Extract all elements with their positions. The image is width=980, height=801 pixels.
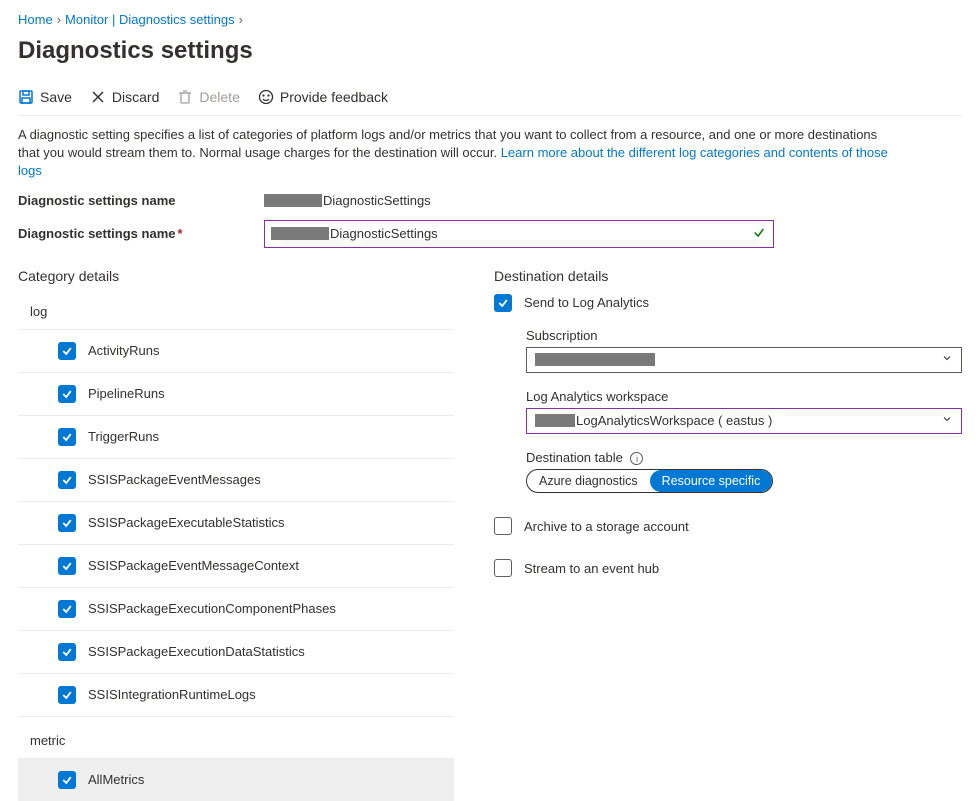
category-label: AllMetrics <box>88 772 144 787</box>
redacted-block <box>264 194 322 207</box>
log-group-header: log <box>18 294 454 330</box>
redacted-block <box>535 353 655 366</box>
category-checkbox[interactable] <box>58 557 76 575</box>
chevron-right-icon: › <box>239 12 243 27</box>
category-label: TriggerRuns <box>88 429 159 444</box>
breadcrumb: Home › Monitor | Diagnostics settings › <box>18 12 962 27</box>
category-row: PipelineRuns <box>18 373 454 416</box>
category-row: SSISPackageEventMessages <box>18 459 454 502</box>
discard-button[interactable]: Discard <box>90 89 159 105</box>
info-icon[interactable]: i <box>630 452 643 465</box>
chevron-down-icon <box>941 413 953 428</box>
workspace-value: LogAnalyticsWorkspace ( eastus ) <box>576 413 772 428</box>
category-checkbox[interactable] <box>58 428 76 446</box>
destination-table-label: Destination table i <box>526 450 962 466</box>
close-icon <box>90 89 106 105</box>
category-checkbox[interactable] <box>58 471 76 489</box>
category-label: SSISPackageExecutableStatistics <box>88 515 285 530</box>
feedback-button[interactable]: Provide feedback <box>258 89 388 105</box>
destination-details-header: Destination details <box>494 268 962 284</box>
category-checkbox[interactable] <box>58 514 76 532</box>
settings-name-input-suffix: DiagnosticSettings <box>330 226 438 241</box>
settings-name-req-label: Diagnostic settings name* <box>18 226 264 241</box>
category-row: SSISPackageExecutableStatistics <box>18 502 454 545</box>
archive-label: Archive to a storage account <box>524 519 689 534</box>
redacted-block <box>535 414 575 427</box>
delete-button: Delete <box>177 89 239 105</box>
category-label: PipelineRuns <box>88 386 165 401</box>
category-label: SSISPackageEventMessages <box>88 472 261 487</box>
metric-group-header: metric <box>18 723 454 759</box>
breadcrumb-home[interactable]: Home <box>18 12 53 27</box>
category-label: SSISPackageExecutionComponentPhases <box>88 601 336 616</box>
breadcrumb-monitor[interactable]: Monitor | Diagnostics settings <box>65 12 235 27</box>
page-title: Diagnostics settings <box>18 37 962 65</box>
toolbar: Save Discard Delete Provide feedback <box>18 83 962 116</box>
chevron-right-icon: › <box>57 12 61 27</box>
workspace-label: Log Analytics workspace <box>526 389 962 404</box>
check-icon <box>752 225 766 242</box>
send-to-log-analytics-checkbox[interactable] <box>494 294 512 312</box>
stream-label: Stream to an event hub <box>524 561 659 576</box>
category-row: SSISPackageEventMessageContext <box>18 545 454 588</box>
chevron-down-icon <box>941 352 953 367</box>
category-checkbox[interactable] <box>58 643 76 661</box>
save-icon <box>18 89 34 105</box>
archive-checkbox[interactable] <box>494 517 512 535</box>
category-checkbox[interactable] <box>58 600 76 618</box>
category-row: AllMetrics <box>18 759 454 801</box>
workspace-select[interactable]: LogAnalyticsWorkspace ( eastus ) <box>526 408 962 434</box>
category-row: SSISPackageExecutionComponentPhases <box>18 588 454 631</box>
save-button[interactable]: Save <box>18 89 72 105</box>
redacted-block <box>271 227 329 240</box>
settings-name-label: Diagnostic settings name <box>18 193 264 208</box>
category-label: SSISIntegrationRuntimeLogs <box>88 687 256 702</box>
pill-azure-diagnostics[interactable]: Azure diagnostics <box>527 470 650 492</box>
category-label: SSISPackageEventMessageContext <box>88 558 299 573</box>
discard-label: Discard <box>112 89 159 105</box>
trash-icon <box>177 89 193 105</box>
category-label: SSISPackageExecutionDataStatistics <box>88 644 305 659</box>
send-to-log-analytics-label: Send to Log Analytics <box>524 295 649 310</box>
category-checkbox[interactable] <box>58 686 76 704</box>
category-row: SSISPackageExecutionDataStatistics <box>18 631 454 674</box>
settings-name-value: DiagnosticSettings <box>264 193 431 208</box>
settings-name-input[interactable]: DiagnosticSettings <box>264 220 774 248</box>
category-label: ActivityRuns <box>88 343 160 358</box>
category-details-header: Category details <box>18 268 454 284</box>
stream-checkbox[interactable] <box>494 559 512 577</box>
category-checkbox[interactable] <box>58 771 76 789</box>
save-label: Save <box>40 89 72 105</box>
destination-table-toggle: Azure diagnostics Resource specific <box>526 469 773 493</box>
subscription-select[interactable] <box>526 347 962 373</box>
smiley-icon <box>258 89 274 105</box>
category-row: ActivityRuns <box>18 330 454 373</box>
pill-resource-specific[interactable]: Resource specific <box>650 470 773 492</box>
subscription-label: Subscription <box>526 328 962 343</box>
category-checkbox[interactable] <box>58 342 76 360</box>
category-row: TriggerRuns <box>18 416 454 459</box>
category-checkbox[interactable] <box>58 385 76 403</box>
settings-name-suffix: DiagnosticSettings <box>323 193 431 208</box>
feedback-label: Provide feedback <box>280 89 388 105</box>
page-description: A diagnostic setting specifies a list of… <box>18 126 898 181</box>
delete-label: Delete <box>199 89 239 105</box>
category-row: SSISIntegrationRuntimeLogs <box>18 674 454 717</box>
